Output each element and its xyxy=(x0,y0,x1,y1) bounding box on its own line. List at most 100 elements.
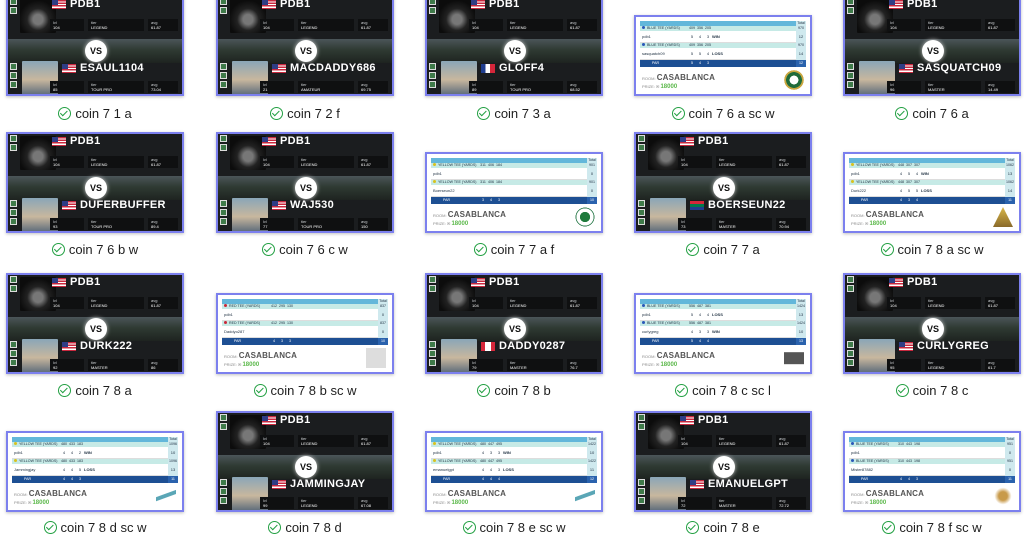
match-result: WIN xyxy=(712,329,720,334)
opponent-name: SASQUATCH09 xyxy=(917,62,1002,74)
player-name: pdb1 xyxy=(851,450,860,455)
match-thumbnail[interactable]: PDB1 lvl 104 tier LEGEND avg 61.87 VS DUFERBUFFE… xyxy=(6,132,184,233)
file-name-label[interactable]: coin 7 8 d xyxy=(196,518,414,536)
hole-score: 4 xyxy=(70,467,74,472)
hole-score: 3 xyxy=(489,450,493,455)
scorecard-table: Total BLUE TEE (YARDS) 310 443 198 951 pdb1 0 BL… xyxy=(849,437,1015,483)
match-thumbnail[interactable]: PDB1 lvl 104 tier LEGEND avg 61.87 VS MACDADDY68… xyxy=(216,0,394,96)
score-total: 13 xyxy=(796,309,806,321)
badge-icon xyxy=(10,350,17,357)
file-name-label[interactable]: coin 7 8 d sc w xyxy=(0,518,204,536)
match-thumbnail[interactable]: PDB1 lvl 104 tier LEGEND avg 61.87 VS DURK222 lvl… xyxy=(6,273,184,374)
hole-score xyxy=(897,464,905,475)
match-thumbnail[interactable]: PDB1 lvl 104 tier LEGEND avg 61.87 VS ESAUL1104 l… xyxy=(6,0,184,96)
tee-label: BLUE TEE (YARDS) xyxy=(647,43,680,47)
file-name-label[interactable]: coin 7 6 a xyxy=(823,104,1024,122)
room-info: ROOM: CASABLANCA xyxy=(642,73,715,82)
file-name: coin 7 7 a xyxy=(703,241,760,257)
hole-score: 5 xyxy=(690,34,694,39)
tee-label: YELLOW TEE (YARDS) xyxy=(856,180,895,184)
stat-lvl: lvl 104 xyxy=(887,297,921,309)
check-circle-icon xyxy=(58,383,72,397)
vs-badge: VS xyxy=(922,318,944,340)
hole-score xyxy=(487,185,495,196)
vs-badge: VS xyxy=(295,177,317,199)
scorecard-thumbnail[interactable]: Total YELLOW TEE (YARDS) 480 447 495 1422 pdb1… xyxy=(425,431,603,512)
scorecard-thumbnail[interactable]: Total RED TEE (YARDS) 412 295 130 837 pdb1 0 RED… xyxy=(216,293,394,374)
prize-value: 18000 xyxy=(869,221,887,227)
stat-value: 104 xyxy=(472,303,479,308)
flag-fr-icon xyxy=(481,64,495,73)
hole-score: 4 xyxy=(698,312,702,317)
file-name-label[interactable]: coin 7 1 a xyxy=(0,104,204,122)
player-row: pdb1 0 xyxy=(849,447,1015,459)
scorecard-thumbnail[interactable]: Total BLUE TEE (YARDS) 409 356 205 970 pdb1 5 4 3… xyxy=(634,15,812,96)
stat-avg: avg 68.52 xyxy=(567,81,597,93)
stat-value: LEGEND xyxy=(91,25,108,30)
match-thumbnail[interactable]: PDB1 lvl 104 tier LEGEND avg 61.87 VS DADDY0287 l… xyxy=(425,273,603,374)
file-name-label[interactable]: coin 7 8 c sc l xyxy=(614,381,832,399)
stat-value: 61.87 xyxy=(779,441,790,446)
badge-icon xyxy=(638,479,645,486)
file-name-label[interactable]: coin 7 6 c w xyxy=(196,240,414,258)
stat-tier: tier LEGEND xyxy=(88,19,144,31)
stat-value: 72.72 xyxy=(779,503,790,508)
file-name-label[interactable]: coin 7 3 a xyxy=(405,104,623,122)
player-name: PDB1 xyxy=(280,0,311,10)
match-thumbnail[interactable]: PDB1 lvl 104 tier LEGEND avg 61.87 VS GLOFF4 lvl 8… xyxy=(425,0,603,96)
stat-value: LEGEND xyxy=(301,503,318,508)
room-info: ROOM: CASABLANCA xyxy=(14,489,87,498)
player-row: pdb1 0 xyxy=(431,168,597,180)
file-name-label[interactable]: coin 7 7 a xyxy=(614,240,832,258)
par-total: 10 xyxy=(378,338,388,345)
stat-value: 104 xyxy=(890,303,897,308)
stat-value: 150 xyxy=(361,224,368,229)
par-row: PAR 5 4 4 13 xyxy=(640,338,806,345)
vs-badge: VS xyxy=(713,177,735,199)
stat-value: LEGEND xyxy=(928,365,945,370)
scorecard-thumbnail[interactable]: Total YELLOW TEE (YARDS) 311 406 184 901 pdb1 0… xyxy=(425,152,603,233)
file-name-label[interactable]: coin 7 8 a sc w xyxy=(823,240,1024,258)
match-thumbnail[interactable]: PDB1 lvl 104 tier LEGEND avg 61.87 VS CURLYGREG l… xyxy=(843,273,1021,374)
scorecard-table: Total RED TEE (YARDS) 412 295 130 837 pdb1 0 RED… xyxy=(222,299,388,345)
scorecard-thumbnail[interactable]: Total BLUE TEE (YARDS) 556 487 381 1424 pdb1 5 4… xyxy=(634,293,812,374)
stat-value: 93 xyxy=(53,224,58,229)
match-thumbnail[interactable]: PDB1 lvl 104 tier LEGEND avg 61.87 VS SASQUATCH0… xyxy=(843,0,1021,96)
file-name-label[interactable]: coin 7 8 e xyxy=(614,518,832,536)
scorecard-table: Total BLUE TEE (YARDS) 556 487 381 1424 pdb1 5 4… xyxy=(640,299,806,345)
room-name: CASABLANCA xyxy=(865,210,925,219)
badge-icon xyxy=(638,423,645,430)
file-name-label[interactable]: coin 7 6 b w xyxy=(0,240,204,258)
file-name-label[interactable]: coin 7 2 f xyxy=(196,104,414,122)
stat-value: TOUR PRO xyxy=(91,87,113,92)
file-name-label[interactable]: coin 7 8 f sc w xyxy=(823,518,1024,536)
stat-tier: tier AMATEUR xyxy=(298,81,354,93)
tee-marker-icon xyxy=(851,163,854,166)
flag-us-icon xyxy=(272,64,286,73)
file-name-label[interactable]: coin 7 8 b xyxy=(405,381,623,399)
badge-icon xyxy=(220,0,227,5)
tee-label: BLUE TEE (YARDS) xyxy=(647,26,680,30)
file-name-label[interactable]: coin 7 6 a sc w xyxy=(614,104,832,122)
scorecard-thumbnail[interactable]: Total YELLOW TEE (YARDS) 448 307 307 1062 pdb1… xyxy=(843,152,1021,233)
badge-icon xyxy=(847,341,854,348)
stat-value: LEGEND xyxy=(91,162,108,167)
file-name-label[interactable]: coin 7 7 a f xyxy=(405,240,623,258)
file-name-label[interactable]: coin 7 8 e sc w xyxy=(405,518,623,536)
match-thumbnail[interactable]: PDB1 lvl 104 tier LEGEND avg 61.87 VS EMANUELGPT… xyxy=(634,411,812,512)
match-thumbnail[interactable]: PDB1 lvl 104 tier LEGEND avg 61.87 VS BOERSEUN22… xyxy=(634,132,812,233)
scorecard-thumbnail[interactable]: Total YELLOW TEE (YARDS) 480 433 183 1096 pdb1… xyxy=(6,431,184,512)
stat-value: MASTER xyxy=(719,503,736,508)
match-thumbnail[interactable]: PDB1 lvl 104 tier LEGEND avg 61.87 VS JAMMINGJAY… xyxy=(216,411,394,512)
stat-avg: avg 61.87 xyxy=(358,19,388,31)
file-name-label[interactable]: coin 7 8 c xyxy=(823,381,1024,399)
match-thumbnail[interactable]: PDB1 lvl 104 tier LEGEND avg 61.87 VS WAJ530 lvl 7… xyxy=(216,132,394,233)
scorecard-thumbnail[interactable]: Total BLUE TEE (YARDS) 310 443 198 951 pdb1 0 BL… xyxy=(843,431,1021,512)
file-name-label[interactable]: coin 7 8 b sc w xyxy=(196,381,414,399)
badge-icon xyxy=(638,200,645,207)
file-name: coin 7 8 b sc w xyxy=(270,382,357,398)
badge-icon xyxy=(220,218,227,225)
par-row: PAR 4 4 3 11 xyxy=(849,476,1015,483)
check-circle-icon xyxy=(895,106,909,120)
file-name-label[interactable]: coin 7 8 a xyxy=(0,381,204,399)
